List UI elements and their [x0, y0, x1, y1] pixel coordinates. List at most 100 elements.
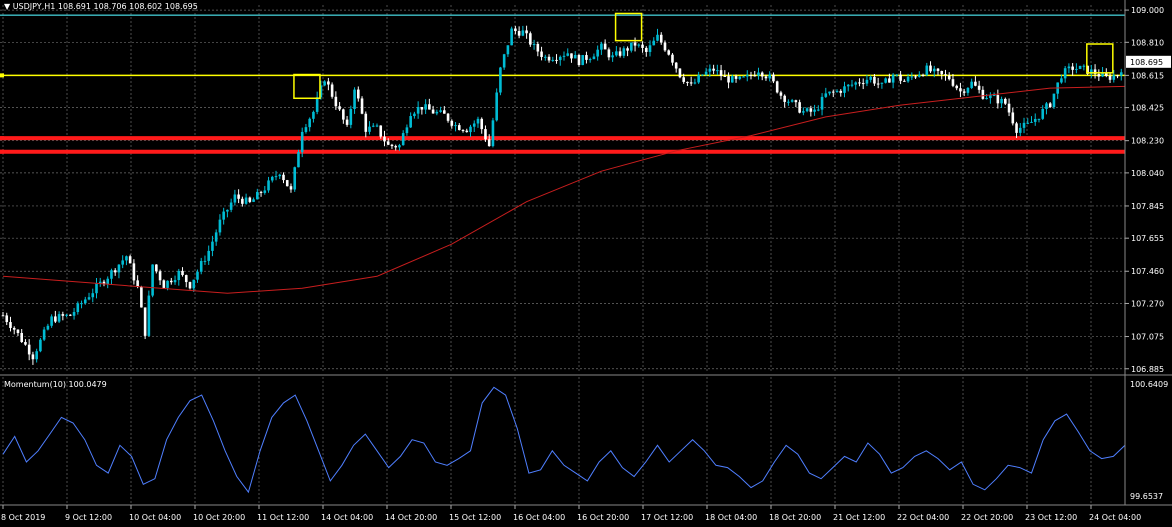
candle-body: [727, 76, 730, 83]
candle-body: [846, 84, 850, 87]
candle-body: [951, 79, 955, 86]
candle-body: [113, 270, 117, 273]
candle-body: [588, 59, 592, 61]
candle-body: [330, 84, 334, 97]
candle-body: [656, 34, 659, 41]
candle-body: [495, 92, 498, 121]
candle-body: [745, 74, 749, 77]
candle-body: [817, 109, 820, 111]
candle-body: [274, 176, 278, 178]
candle-body: [738, 76, 742, 79]
candle-body: [405, 127, 409, 134]
candle-body: [487, 139, 491, 147]
x-tick-label: 9 Oct 12:00: [65, 513, 112, 522]
candle-body: [480, 118, 484, 130]
candle-body: [50, 316, 53, 326]
candle-body: [615, 51, 618, 56]
current-price-label: 108.695: [1130, 58, 1163, 67]
candle-body: [170, 280, 173, 283]
candle-body: [641, 44, 644, 48]
candle-body: [289, 186, 293, 190]
candle-body: [132, 263, 136, 281]
candle-body: [1037, 118, 1041, 120]
candle-body: [779, 92, 783, 96]
candle-body: [757, 72, 760, 76]
highlight-boxes: [293, 12, 1114, 100]
candle-body: [985, 98, 988, 100]
price-tick-label: 107.655: [1131, 234, 1164, 243]
candle-body: [1060, 78, 1063, 83]
x-tick-label: 18 Oct 04:00: [705, 513, 757, 522]
candle-body: [345, 119, 349, 125]
candle-body: [689, 82, 693, 84]
candle-body: [760, 72, 764, 77]
candle-body: [704, 71, 708, 75]
candle-body: [996, 95, 1000, 104]
candle-body: [712, 68, 715, 71]
candle-body: [454, 125, 457, 127]
dropdown-icon[interactable]: ▼: [4, 2, 13, 11]
candle-body: [95, 283, 98, 294]
candle-body: [199, 261, 203, 272]
candle-body: [502, 54, 506, 68]
candle-body: [1116, 75, 1119, 77]
candle-body: [805, 108, 809, 112]
candle-body: [865, 79, 869, 84]
candle-body: [1075, 68, 1078, 70]
price-tick-label: 107.845: [1131, 202, 1164, 211]
candle-body: [843, 86, 846, 93]
candle-body: [413, 113, 416, 117]
candle-body: [252, 199, 255, 202]
candle-body: [558, 56, 562, 61]
candle-body: [1067, 66, 1071, 69]
candle-body: [850, 84, 854, 86]
highlight-box: [614, 12, 643, 42]
candle-body: [136, 280, 139, 287]
candle-body: [858, 82, 861, 84]
candle-body: [364, 113, 368, 132]
candle-body: [106, 278, 110, 285]
candle-body: [1000, 98, 1003, 104]
candle-body: [600, 43, 603, 50]
candle-body: [65, 314, 68, 316]
candle-body: [1018, 127, 1022, 133]
candle-body: [682, 77, 685, 82]
candle-body: [824, 93, 828, 97]
candle-body: [944, 74, 947, 76]
candle-body: [117, 264, 121, 273]
candle-body: [831, 91, 835, 93]
candle-body: [1108, 75, 1112, 80]
candle-body: [128, 256, 132, 264]
candle-body: [1063, 68, 1067, 79]
candle-body: [435, 111, 439, 114]
candle-body: [618, 51, 622, 56]
candle-body: [835, 90, 839, 92]
candle-body: [880, 82, 884, 84]
candle-body: [798, 102, 801, 113]
candle-body: [237, 194, 240, 199]
candle-body: [80, 303, 83, 305]
candle-body: [731, 76, 734, 83]
price-scale: 109.000 108.810 108.615 108.425 108.230 108.0…: [1, 6, 1171, 522]
candle-body: [742, 76, 745, 78]
candle-body: [562, 55, 566, 57]
x-tick-label: 10 Oct 04:00: [129, 513, 181, 522]
x-tick-label: 18 Oct 20:00: [769, 513, 821, 522]
candle-body: [899, 74, 902, 81]
candle-body: [947, 75, 951, 80]
price-tick-label: 108.040: [1131, 169, 1164, 178]
candle-body: [925, 65, 929, 76]
candle-body: [764, 76, 768, 79]
candle-body: [409, 116, 412, 128]
candle-body: [428, 104, 431, 110]
candle-body: [12, 327, 16, 330]
candle-body: [674, 62, 678, 69]
candle-body: [9, 322, 12, 328]
candle-body: [401, 133, 405, 146]
candle-body: [895, 74, 899, 76]
candle-body: [360, 98, 364, 114]
candle-body: [110, 270, 113, 279]
candle-body: [581, 55, 584, 66]
candle-body: [461, 130, 465, 132]
candle-body: [446, 113, 450, 121]
